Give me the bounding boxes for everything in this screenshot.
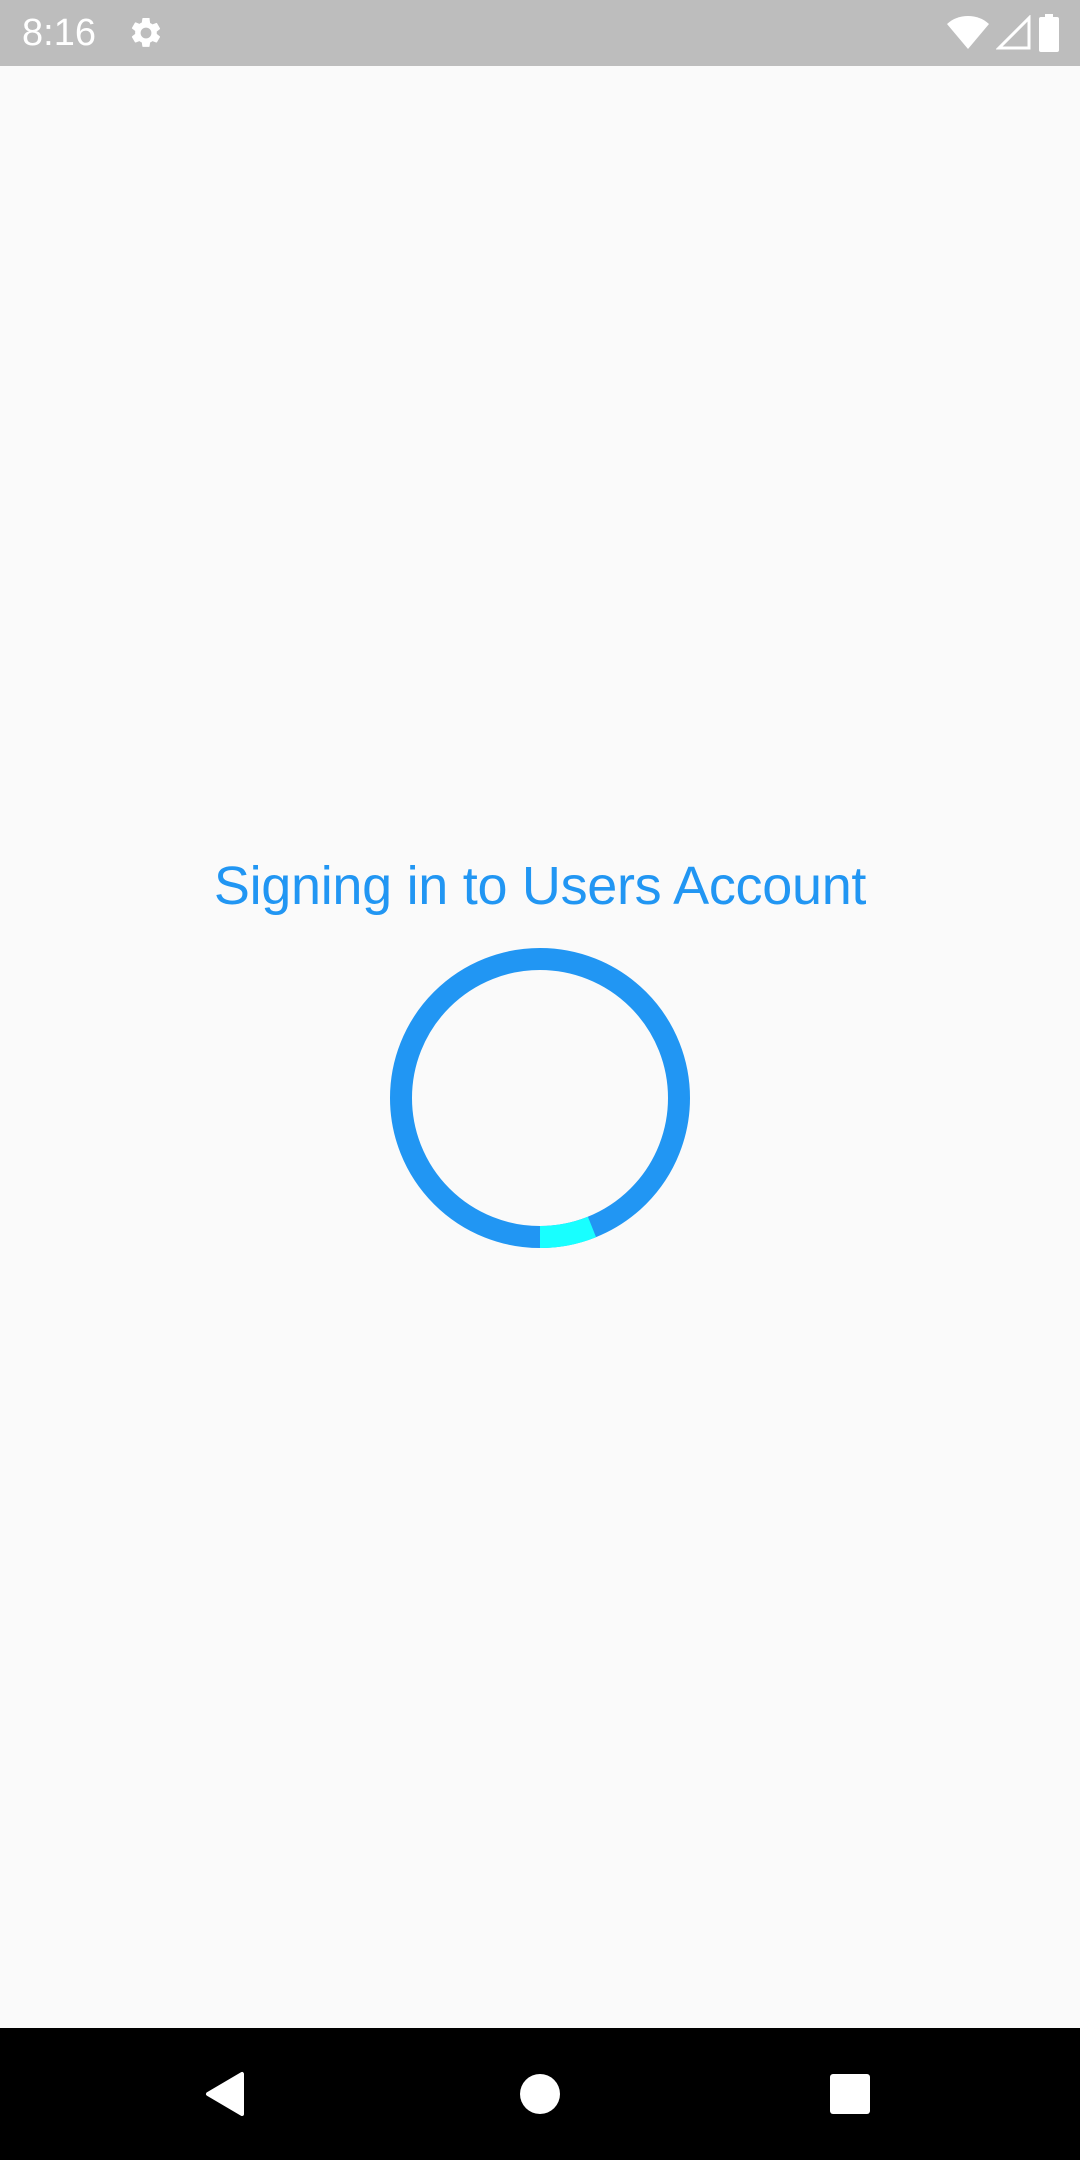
gear-icon <box>128 15 164 51</box>
status-bar: 8:16 <box>0 0 1080 66</box>
recents-button[interactable] <box>784 2028 916 2160</box>
home-icon <box>520 2074 560 2114</box>
home-button[interactable] <box>474 2028 606 2160</box>
back-button[interactable] <box>160 2028 292 2160</box>
signal-icon <box>996 15 1032 51</box>
signing-in-title: Signing in to Users Account <box>213 856 867 916</box>
spinner-highlight <box>539 1216 597 1248</box>
main-content: Signing in to Users Account <box>0 66 1080 2028</box>
loading-spinner <box>390 948 690 1248</box>
back-icon <box>206 2072 244 2116</box>
spinner-ring <box>390 948 690 1248</box>
wifi-icon <box>946 15 990 51</box>
screen: 8:16 Signing in to Users Account <box>0 0 1080 2160</box>
status-time: 8:16 <box>22 12 96 54</box>
recents-icon <box>830 2074 870 2114</box>
navigation-bar <box>0 2028 1080 2160</box>
battery-icon <box>1038 14 1060 52</box>
status-icons <box>946 14 1060 52</box>
